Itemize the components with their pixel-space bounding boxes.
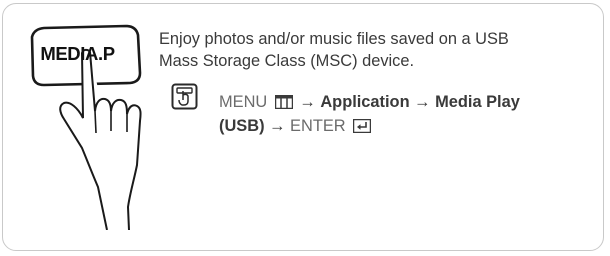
description-line-1: Enjoy photos and/or music files saved on… [159,30,509,48]
path-step-media-play: Media Play [435,93,520,111]
path-step-usb: (USB) [219,117,265,135]
arrow-3: → [269,117,286,135]
description-text: Enjoy photos and/or music files saved on… [159,28,589,72]
enter-label: ENTER [290,117,346,135]
description-line-2: Mass Storage Class (MSC) device. [159,52,415,70]
remote-hand-icon [171,83,198,110]
menu-label: MENU [219,93,268,111]
path-step-application: Application [320,93,410,111]
media-p-button-label: MEDIA.P [40,43,115,64]
menu-path-instruction: MENU → Application → Media Play (USB) → … [219,90,599,138]
arrow-2: → [414,93,431,111]
arrow-1: → [299,93,316,111]
menu-grid-icon [274,95,293,109]
enter-return-icon [353,119,372,133]
